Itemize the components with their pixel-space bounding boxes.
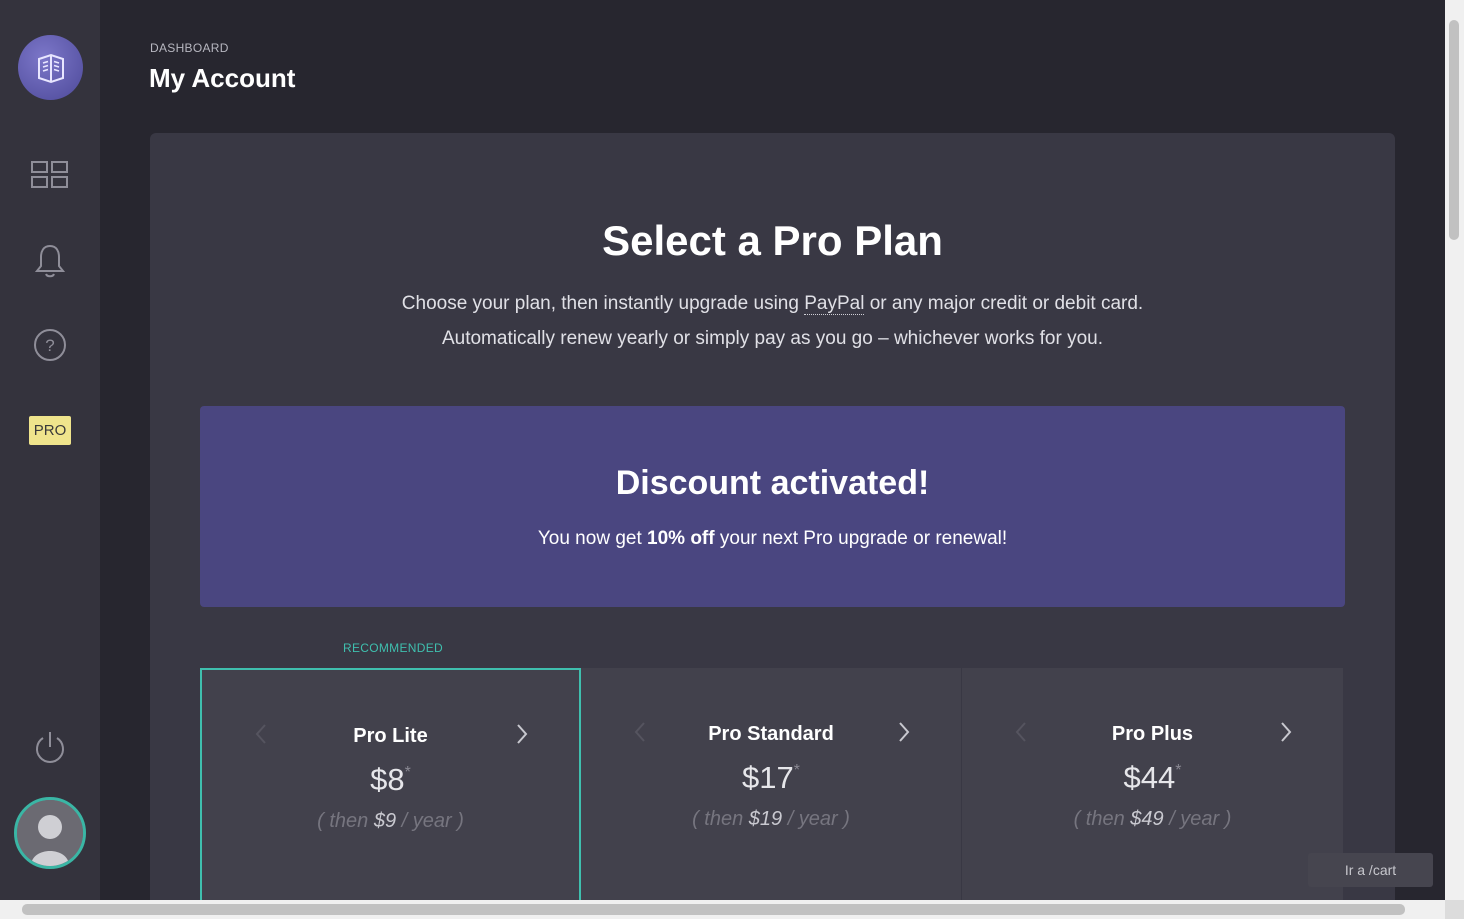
plan-renewal-close: / year ) — [1163, 808, 1232, 830]
plan-name: Pro Standard — [708, 723, 834, 745]
plan-name: Pro Lite — [353, 725, 428, 747]
question-icon[interactable]: ? — [25, 320, 75, 370]
plan-price: $17* — [581, 760, 961, 796]
sidebar: ? PRO — [0, 0, 100, 900]
panel-subtitle-line1: Choose your plan, then instantly upgrade… — [150, 293, 1395, 315]
plan-renewal-close: / year ) — [782, 808, 850, 830]
discount-text: You now get 10% off your next Pro upgrad… — [200, 528, 1345, 550]
vertical-scrollbar[interactable] — [1445, 0, 1464, 900]
plan-price-value: $17 — [742, 760, 794, 795]
plan-price: $44* — [962, 760, 1343, 796]
discount-text-before: You now get — [537, 528, 648, 549]
breadcrumb[interactable]: DASHBOARD — [150, 41, 229, 55]
svg-text:?: ? — [45, 336, 54, 355]
plan-card-pro-lite[interactable]: Pro Lite $8* ( then $9 / year ) — [200, 668, 581, 919]
plan-renewal: ( then $19 / year ) — [581, 808, 961, 831]
discount-banner: Discount activated! You now get 10% off … — [200, 406, 1345, 607]
plan-renewal-open: ( then — [692, 808, 749, 830]
pro-plan-panel: Select a Pro Plan Choose your plan, then… — [150, 133, 1395, 919]
book-logo-icon[interactable] — [18, 35, 83, 100]
bell-icon[interactable] — [25, 236, 75, 286]
horizontal-scroll-thumb[interactable] — [22, 904, 1405, 915]
paypal-link[interactable]: PayPal — [804, 293, 865, 315]
plan-card-pro-standard[interactable]: Pro Standard $17* ( then $19 / year ) — [581, 668, 962, 919]
main-content: DASHBOARD My Account Select a Pro Plan C… — [100, 0, 1445, 919]
plan-list: Pro Lite $8* ( then $9 / year ) Pro Stan… — [200, 668, 1345, 919]
plan-renewal-price: $9 — [373, 810, 397, 832]
plan-price-asterisk: * — [404, 764, 411, 781]
discount-text-after: your next Pro upgrade or renewal! — [714, 528, 1008, 549]
plan-renewal: ( then $9 / year ) — [202, 810, 579, 833]
plan-name: Pro Plus — [1111, 723, 1194, 745]
user-avatar-icon[interactable] — [14, 797, 86, 869]
plan-price-value: $8 — [370, 762, 405, 797]
plan-price-asterisk: * — [793, 762, 800, 779]
go-to-cart-button[interactable]: Ir a /cart — [1308, 853, 1433, 887]
subtitle-text-after: or any major credit or debit card. — [864, 293, 1144, 314]
plan-renewal-price: $19 — [748, 808, 783, 830]
panel-title: Select a Pro Plan — [602, 217, 943, 264]
plan-card-pro-plus[interactable]: Pro Plus $44* ( then $49 / year ) — [962, 668, 1343, 919]
plan-renewal-open: ( then — [317, 810, 374, 832]
recommended-label: RECOMMENDED — [343, 641, 443, 655]
horizontal-scrollbar[interactable] — [0, 900, 1445, 919]
grid-icon[interactable] — [25, 150, 75, 200]
scrollbar-corner — [1445, 900, 1464, 919]
plan-price-asterisk: * — [1175, 762, 1182, 779]
subtitle-text-before: Choose your plan, then instantly upgrade… — [401, 293, 805, 314]
discount-amount: 10% off — [647, 528, 715, 549]
plan-renewal-open: ( then — [1073, 808, 1131, 830]
plan-renewal: ( then $49 / year ) — [962, 808, 1343, 831]
discount-title: Discount activated! — [615, 464, 930, 502]
panel-subtitle-line2: Automatically renew yearly or simply pay… — [441, 328, 1104, 349]
plan-price-value: $44 — [1123, 760, 1176, 795]
page-title: My Account — [149, 63, 296, 93]
power-icon[interactable] — [25, 722, 75, 772]
plan-renewal-price: $49 — [1130, 808, 1164, 830]
vertical-scroll-thumb[interactable] — [1449, 20, 1459, 240]
pro-badge[interactable]: PRO — [29, 416, 71, 445]
plan-price: $8* — [202, 762, 579, 798]
plan-renewal-close: / year ) — [396, 810, 464, 832]
